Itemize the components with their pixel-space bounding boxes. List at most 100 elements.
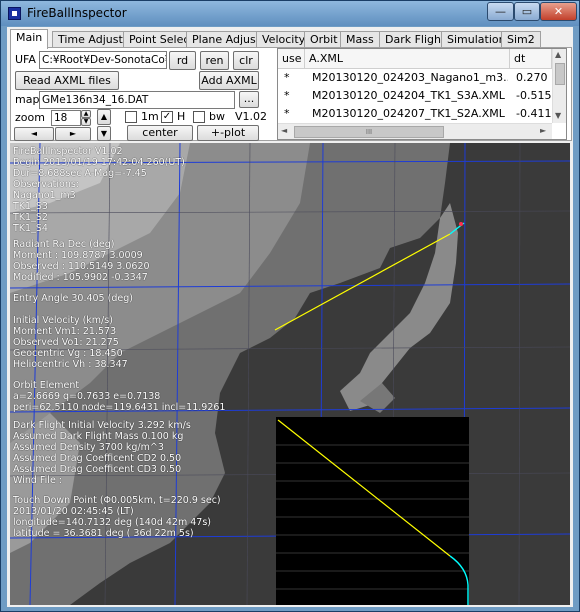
minimize-button[interactable]: — — [487, 2, 514, 21]
column-header-dt[interactable]: dt — [510, 49, 552, 69]
opt-1m-label: 1m — [141, 110, 159, 123]
map-view[interactable]: FireBallInspector V1.02 Begin 2013/01/19… — [10, 143, 570, 605]
dark-flight-line: Wind File : — [13, 475, 63, 486]
pan-right-button[interactable]: ► — [55, 127, 91, 141]
vertical-scroll-thumb[interactable] — [555, 63, 565, 85]
client-area: Main Time Adjust Point Select Plane Adju… — [7, 27, 573, 607]
browse-button[interactable]: ... — [239, 91, 259, 108]
pan-up-button[interactable]: ▲ — [97, 109, 111, 125]
orbit-line: a=2.6669 q=0.7633 e=0.7138 — [13, 391, 161, 402]
summary-line: Dur=8.688sec A-Mag=-7.45 — [13, 168, 147, 179]
radiant-line: Radiant Ra Dec (deg) — [13, 239, 115, 250]
tab-main[interactable]: Main — [10, 29, 49, 49]
summary-text: FireBallInspector V1.02 Begin 2013/01/19… — [13, 146, 185, 234]
row-use-cell: * — [284, 89, 290, 102]
opt-bw-label: bw — [209, 110, 225, 123]
summary-line: TK1_S4 — [13, 223, 48, 234]
radiant-line: Modified : 105.9902 -0.3347 — [13, 272, 148, 283]
summary-line: Observations: — [13, 179, 79, 190]
ren-button[interactable]: ren — [200, 51, 229, 70]
velocity-text: Initial Velocity (km/s) Moment Vm1: 21.5… — [13, 315, 128, 370]
app-icon — [8, 7, 21, 20]
row-dt-cell: -0.411 — [516, 107, 552, 120]
row-file-cell: M20130120_024203_Nagano1_m3... — [312, 71, 508, 84]
radiant-text: Radiant Ra Dec (deg) Moment : 109.8787 3… — [13, 239, 150, 283]
orbit-line: peri=62.5110 node=119.6431 incl=11.9261 — [13, 402, 226, 413]
zoom-up-spin[interactable]: ▲ — [81, 110, 91, 118]
tab-velocity[interactable]: Velocity — [256, 31, 312, 48]
column-header-axml[interactable]: A.XML — [305, 49, 510, 69]
zoom-input[interactable]: 18 — [51, 110, 81, 126]
read-axml-button[interactable]: Read AXML files — [15, 71, 119, 90]
velocity-line: Moment Vm1: 21.573 — [13, 326, 117, 337]
row-use-cell: * — [284, 71, 290, 84]
center-button[interactable]: center — [127, 125, 193, 141]
velocity-line: Heliocentric Vh : 38.347 — [13, 359, 128, 370]
window-title: FireBallInspector — [27, 6, 127, 20]
scroll-right-icon[interactable]: ► — [540, 126, 546, 135]
row-file-cell: M20130120_024204_TK1_S3A.XML — [312, 89, 505, 102]
velocity-line: Observed Vo1: 21.275 — [13, 337, 119, 348]
scroll-up-icon[interactable]: ▲ — [555, 50, 561, 59]
dark-flight-line: Dark Flight Initial Velocity 3.292 km/s — [13, 420, 191, 431]
dark-flight-line: Assumed Density 3700 kg/m^3 — [13, 442, 164, 453]
summary-line: Nagano1_m3 — [13, 190, 76, 201]
orbit-text: Orbit Element a=2.6669 q=0.7633 e=0.7138… — [13, 380, 225, 413]
pan-left-button[interactable]: ◄ — [14, 127, 54, 141]
map-file-field[interactable]: GMe136n34_16.DAT — [39, 91, 235, 109]
version-label: V1.02 — [235, 110, 268, 123]
close-button[interactable]: ✕ — [540, 2, 577, 21]
vertical-scrollbar[interactable]: ▲ ▼ — [552, 49, 566, 123]
entry-line: Entry Angle 30.405 (deg) — [13, 293, 133, 304]
checkbox-1m[interactable] — [125, 111, 137, 123]
tab-mass[interactable]: Mass — [340, 31, 380, 48]
touchdown-line: longitude=140.7132 deg (140d 42m 47s) — [13, 517, 211, 528]
checkbox-bw[interactable] — [193, 111, 205, 123]
summary-line: FireBallInspector V1.02 — [13, 146, 123, 157]
checkbox-h[interactable]: ✓ — [161, 111, 173, 123]
dark-flight-text: Dark Flight Initial Velocity 3.292 km/s … — [13, 420, 191, 486]
summary-line: TK1_S3 — [13, 201, 48, 212]
radiant-line: Observed : 110.5149 3.0620 — [13, 261, 150, 272]
opt-h-label: H — [177, 110, 186, 123]
touchdown-line: 2013/01/20 02:45:45 (LT) — [13, 506, 134, 517]
horizontal-scrollbar[interactable]: ◄ III ► — [278, 123, 552, 139]
clr-button[interactable]: clr — [233, 51, 259, 70]
title-bar[interactable]: FireBallInspector — ▭ ✕ — [1, 1, 579, 26]
pan-down-button[interactable]: ▼ — [97, 126, 111, 141]
tab-time-adjust[interactable]: Time Adjust — [52, 31, 129, 48]
entry-angle-text: Entry Angle 30.405 (deg) — [13, 293, 133, 304]
summary-line: TK1_S2 — [13, 212, 48, 223]
map-label: map — [15, 93, 40, 106]
zoom-label: zoom — [15, 111, 45, 124]
row-file-cell: M20130120_024207_TK1_S2A.XML — [312, 107, 505, 120]
file-table[interactable]: use A.XML dt * M20130120_024203_Nagano1_… — [277, 48, 567, 140]
maximize-button[interactable]: ▭ — [514, 2, 540, 21]
ufa-path-field[interactable]: C:¥Root¥Dev-SonotaCo¥FE — [39, 51, 167, 69]
impact-marker — [459, 222, 463, 226]
dark-flight-line: Assumed Drag Coefficent CD2 0.50 — [13, 453, 182, 464]
orbit-line: Orbit Element — [13, 380, 80, 391]
tab-sim2[interactable]: Sim2 — [501, 31, 541, 48]
row-use-cell: * — [284, 107, 290, 120]
add-axml-button[interactable]: Add AXML — [199, 71, 259, 90]
plot-button[interactable]: +-plot — [197, 125, 259, 141]
horizontal-scroll-thumb[interactable]: III — [294, 126, 444, 138]
tab-plane-adjust[interactable]: Plane Adjust — [186, 31, 267, 48]
dark-flight-line: Assumed Dark Flight Mass 0.100 kg — [13, 431, 184, 442]
scroll-down-icon[interactable]: ▼ — [555, 111, 561, 120]
row-dt-cell: 0.270 — [516, 71, 548, 84]
tab-orbit[interactable]: Orbit — [304, 31, 344, 48]
rd-button[interactable]: rd — [169, 51, 196, 70]
scroll-left-icon[interactable]: ◄ — [281, 126, 287, 135]
dark-flight-line: Assumed Drag Coefficent CD3 0.50 — [13, 464, 182, 475]
radiant-line: Moment : 109.8787 3.0009 — [13, 250, 143, 261]
touchdown-line: Touch Down Point (Φ0.005km, t=220.9 sec) — [13, 495, 221, 506]
column-header-use[interactable]: use — [278, 49, 305, 69]
ufa-label: UFA — [15, 53, 36, 66]
app-window: FireBallInspector — ▭ ✕ Main Time Adjust… — [0, 0, 580, 612]
row-dt-cell: -0.515 — [516, 89, 552, 102]
zoom-down-spin[interactable]: ▼ — [81, 118, 91, 126]
tab-strip: Main Time Adjust Point Select Plane Adju… — [10, 29, 570, 49]
velocity-line: Geocentric Vg : 18.450 — [13, 348, 123, 359]
